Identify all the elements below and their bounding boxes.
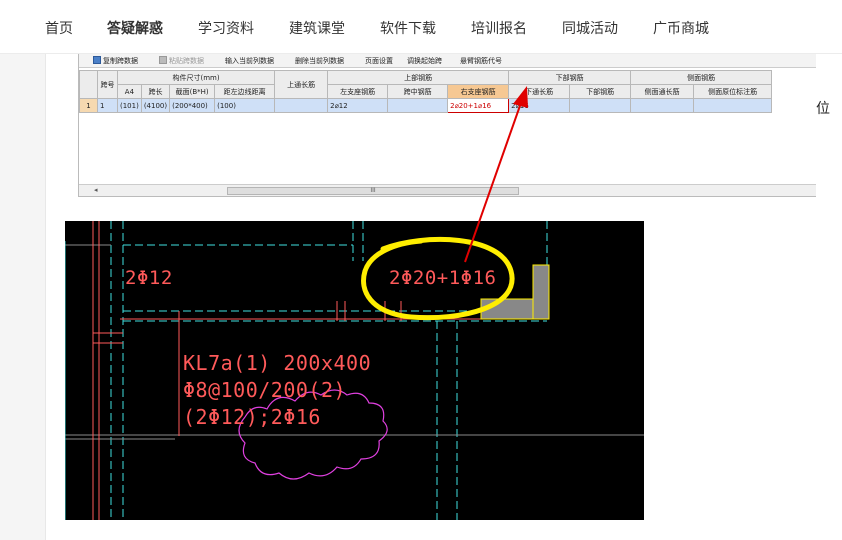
cell-edge-distance[interactable]: (100) [214,98,276,113]
nav-study-materials[interactable]: 学习资料 [198,18,254,38]
paste-icon [159,56,167,64]
cell-side-through[interactable] [630,98,695,113]
row-number[interactable]: 1 [79,98,98,113]
header-top-rebar: 上部钢筋 [327,70,510,85]
rebar-table-screenshot: 复制跨数据 粘贴跨数据 输入当前列数据 删除当前列数据 页面设置 调换起始跨 悬… [78,54,816,197]
header-member-size: 构件尺寸(mm) [116,70,276,85]
page-setup-button[interactable]: 页面设置 [365,56,393,66]
nav-qa[interactable]: 答疑解惑 [107,18,163,38]
cad-drawing: 2Φ12 2Φ20+1Φ16 KL7a(1) 200x400 Φ8@100/20… [65,221,644,520]
table-toolbar: 复制跨数据 粘贴跨数据 输入当前列数据 删除当前列数据 页面设置 调换起始跨 悬… [79,54,816,68]
header-bottom-steel: 下部钢筋 [569,84,632,99]
cell-a4[interactable]: (101) [117,98,142,113]
header-span-no: 跨号 [97,70,118,99]
scroll-thumb[interactable]: III [227,187,519,195]
corner-cell [79,70,98,99]
cell-right-support[interactable]: 2⌀20+1⌀16 [447,98,510,113]
header-bottom-rebar: 下部钢筋 [508,70,632,85]
header-span-length: 跨长 [140,84,171,99]
cell-mid-span[interactable] [387,98,449,113]
nav-software-download[interactable]: 软件下载 [380,18,436,38]
copy-span-data-button[interactable]: 复制跨数据 [103,56,138,66]
cell-span[interactable]: 1 [97,98,118,113]
swap-start-span-button[interactable]: 调换起始跨 [407,56,442,66]
nav-home[interactable]: 首页 [45,18,73,38]
header-side-rebar: 侧面钢筋 [630,70,773,85]
scroll-left-icon[interactable]: ◂ [94,186,98,194]
copy-icon [93,56,101,64]
cad-right-support-label: 2Φ20+1Φ16 [389,267,497,289]
horizontal-scrollbar[interactable]: ◂ III [79,184,816,196]
header-side-through: 侧面通长筋 [630,84,695,99]
cell-top-through[interactable] [274,98,329,113]
header-mid-span: 跨中钢筋 [387,84,449,99]
cell-bottom-steel[interactable] [569,98,632,113]
header-side-origin: 侧面原位标注筋 [693,84,773,99]
truncated-text: 位 [816,101,830,117]
paste-span-data-button[interactable]: 粘贴跨数据 [169,56,204,66]
cad-beam-name: KL7a(1) 200x400 [183,351,372,375]
nav-construction-class[interactable]: 建筑课堂 [289,18,345,38]
cantilever-code-button[interactable]: 悬臂钢筋代号 [460,56,502,66]
cell-section[interactable]: (200*400) [169,98,216,113]
nav-training-signup[interactable]: 培训报名 [471,18,527,38]
table-row: 1 1 (101) (4100) (200*400) (100) 2⌀12 2⌀… [79,98,773,113]
rebar-grid: 跨号 构件尺寸(mm) 上通长筋 上部钢筋 下部钢筋 侧面钢筋 A4 跨长 截面… [79,70,773,113]
header-bottom-through: 下通长筋 [508,84,571,99]
cell-side-origin[interactable] [693,98,773,113]
header-top-through: 上通长筋 [274,70,329,99]
cad-rebar-spec: (2Φ12);2Φ16 [183,405,321,429]
top-navigation: 首页 答疑解惑 学习资料 建筑课堂 软件下载 培训报名 同城活动 广币商城 [0,0,842,54]
header-a4: A4 [117,84,142,99]
delete-column-data-button[interactable]: 删除当前列数据 [295,56,344,66]
cad-stirrup-spec: Φ8@100/200(2) [183,378,347,402]
cad-left-support-label: 2Φ12 [125,267,173,289]
nav-local-events[interactable]: 同城活动 [562,18,618,38]
nav-coin-mall[interactable]: 广币商城 [653,18,709,38]
header-section: 截面(B*H) [169,84,216,99]
cell-left-support[interactable]: 2⌀12 [327,98,389,113]
header-edge-distance: 距左边线距离 [214,84,276,99]
left-gutter [0,54,46,540]
cell-span-length[interactable]: (4100) [140,98,171,113]
cell-bottom-through[interactable]: 2⌀16 [508,98,571,113]
right-support-value: 2⌀20+1⌀16 [450,101,492,110]
input-column-data-button[interactable]: 输入当前列数据 [225,56,274,66]
header-right-support: 右支座钢筋 [447,84,510,99]
header-left-support: 左支座钢筋 [327,84,389,99]
